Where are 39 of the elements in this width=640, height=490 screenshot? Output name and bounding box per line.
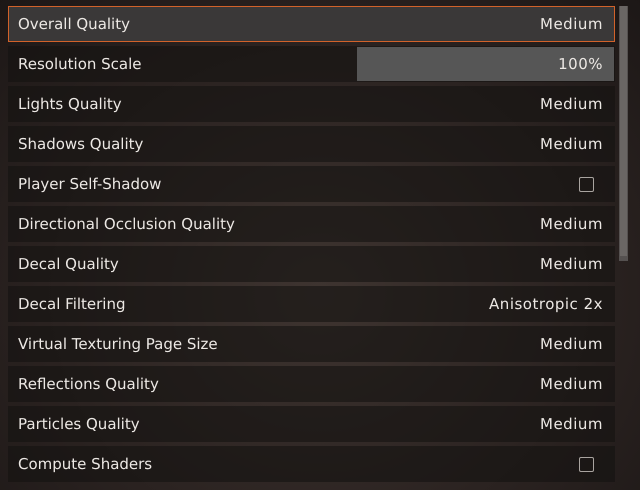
setting-row[interactable]: Player Self-Shadow xyxy=(8,166,615,202)
setting-value: Medium xyxy=(540,15,604,33)
slider-value: 100% xyxy=(558,55,604,73)
setting-row[interactable]: Overall Quality Medium xyxy=(8,6,615,42)
setting-value: Anisotropic 2x xyxy=(489,295,604,313)
setting-value: Medium xyxy=(540,95,604,113)
setting-label: Compute Shaders xyxy=(18,455,152,473)
checkbox[interactable] xyxy=(579,456,594,472)
setting-row[interactable]: Shadows Quality Medium xyxy=(8,126,615,162)
setting-label: Virtual Texturing Page Size xyxy=(18,335,218,353)
setting-label: Resolution Scale xyxy=(18,55,142,73)
setting-label: Decal Filtering xyxy=(18,295,126,313)
setting-row[interactable]: Reflections Quality Medium xyxy=(8,366,615,402)
scrollbar-thumb[interactable] xyxy=(620,6,627,256)
setting-row[interactable]: Decal Filtering Anisotropic 2x xyxy=(8,286,615,322)
setting-label: Lights Quality xyxy=(18,95,122,113)
scrollbar[interactable] xyxy=(619,6,628,261)
setting-label: Directional Occlusion Quality xyxy=(18,215,235,233)
setting-value: Medium xyxy=(540,415,604,433)
setting-row[interactable]: Decal Quality Medium xyxy=(8,246,615,282)
slider-track[interactable]: 100% xyxy=(357,47,614,81)
setting-row[interactable]: Directional Occlusion Quality Medium xyxy=(8,206,615,242)
setting-label: Decal Quality xyxy=(18,255,119,273)
setting-row[interactable]: Resolution Scale 100% xyxy=(8,46,615,82)
setting-value: Medium xyxy=(540,375,604,393)
setting-value: Medium xyxy=(540,255,604,273)
setting-row[interactable]: Particles Quality Medium xyxy=(8,406,615,442)
setting-row[interactable]: Compute Shaders xyxy=(8,446,615,482)
setting-row[interactable]: Lights Quality Medium xyxy=(8,86,615,122)
setting-value: Medium xyxy=(540,215,604,233)
setting-row[interactable]: Virtual Texturing Page Size Medium xyxy=(8,326,615,362)
setting-label: Shadows Quality xyxy=(18,135,144,153)
setting-label: Particles Quality xyxy=(18,415,140,433)
setting-value: Medium xyxy=(540,335,604,353)
setting-label: Player Self-Shadow xyxy=(18,175,162,193)
checkbox[interactable] xyxy=(579,176,594,192)
setting-label: Reflections Quality xyxy=(18,375,159,393)
setting-label: Overall Quality xyxy=(18,15,130,33)
setting-value: Medium xyxy=(540,135,604,153)
